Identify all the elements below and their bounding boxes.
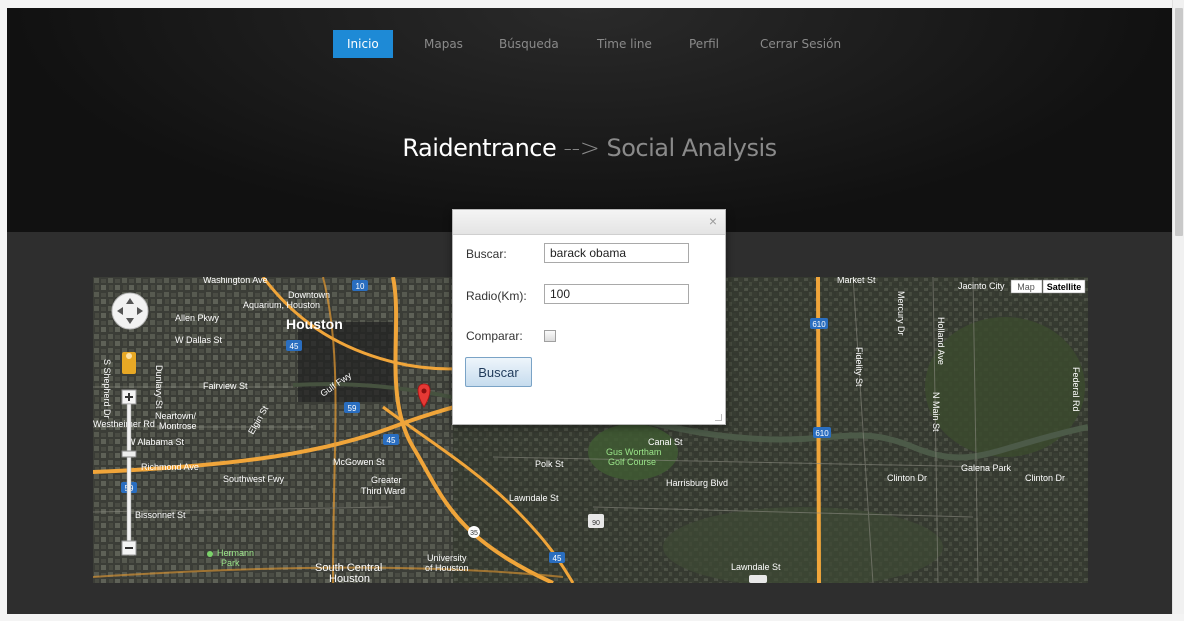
label-mcgowen: McGowen St	[333, 457, 385, 467]
buscar-label: Buscar:	[466, 247, 507, 261]
label-southwest-fwy: Southwest Fwy	[223, 474, 285, 484]
pegman-head	[126, 353, 132, 359]
title-separator: -->	[563, 134, 600, 162]
label-holland-ave: Holland Ave	[936, 317, 946, 365]
label-south-central-2: Houston	[329, 573, 370, 583]
map-type-map-label: Map	[1017, 282, 1035, 292]
search-dialog: × Buscar: Radio(Km): Comparar: Buscar	[452, 209, 726, 425]
scrollbar-thumb[interactable]	[1175, 8, 1183, 236]
radio-input[interactable]	[544, 284, 689, 304]
label-bissonnet: Bissonnet St	[135, 510, 186, 520]
label-gus-wortham: Gus Wortham	[606, 447, 661, 457]
comparar-label: Comparar:	[466, 329, 523, 343]
label-allen-pkwy: Allen Pkwy	[175, 313, 220, 323]
shield-225-icon	[749, 575, 767, 583]
label-montrose: Montrose	[159, 421, 197, 431]
label-downtown: Downtown	[288, 290, 330, 300]
label-clinton-dr: Clinton Dr	[887, 473, 927, 483]
title-subtitle: Social Analysis	[606, 134, 777, 162]
label-richmond: Richmond Ave	[141, 462, 199, 472]
label-fairview: Fairview St	[203, 381, 248, 391]
buscar-button[interactable]: Buscar	[465, 357, 532, 387]
shield-35-label: 35	[470, 530, 478, 537]
label-third-ward: Third Ward	[361, 486, 405, 496]
shield-45-label: 45	[290, 342, 299, 351]
nav-timeline[interactable]: Time line	[583, 30, 666, 58]
label-w-dallas: W Dallas St	[175, 335, 223, 345]
nav-perfil[interactable]: Perfil	[675, 30, 733, 58]
label-fidelity-st: Fidelity St	[854, 347, 864, 387]
close-icon[interactable]: ×	[709, 213, 717, 229]
nav-busqueda[interactable]: Búsqueda	[485, 30, 573, 58]
nav-inicio[interactable]: Inicio	[333, 30, 393, 58]
label-neartown: Neartown/	[155, 411, 197, 421]
main-nav: Inicio Mapas Búsqueda Time line Perfil C…	[7, 30, 1172, 58]
buscar-input[interactable]	[544, 243, 689, 263]
label-harrisburg: Harrisburg Blvd	[666, 478, 728, 488]
label-washington: Washington Ave	[203, 277, 268, 285]
label-golf-course: Golf Course	[608, 457, 656, 467]
dialog-titlebar[interactable]: ×	[453, 210, 725, 235]
map-type-satellite-label: Satellite	[1047, 282, 1082, 292]
label-market-st: Market St	[837, 277, 876, 285]
page-title: Raidentrance --> Social Analysis	[7, 134, 1172, 162]
map-marker-dot	[421, 388, 427, 394]
label-lawndale-2: Lawndale St	[731, 562, 781, 572]
label-mercury-dr: Mercury Dr	[896, 291, 906, 336]
park-dot-icon	[207, 551, 213, 557]
label-houston: Houston	[286, 316, 343, 332]
label-federal-rd: Federal Rd	[1071, 367, 1081, 412]
label-galena-park: Galena Park	[961, 463, 1012, 473]
label-of-houston: of Houston	[425, 563, 469, 573]
label-jacinto-city: Jacinto City	[958, 281, 1005, 291]
window-frame-top	[0, 0, 1184, 8]
shield-59-label: 59	[348, 404, 357, 413]
label-clinton-dr-2: Clinton Dr	[1025, 473, 1065, 483]
shield-10-label: 10	[356, 282, 365, 291]
zoom-slider-track[interactable]	[126, 403, 132, 542]
label-canal-st: Canal St	[648, 437, 683, 447]
label-park: Park	[221, 558, 240, 568]
label-lawndale: Lawndale St	[509, 493, 559, 503]
label-greater: Greater	[371, 475, 402, 485]
shield-90-label: 90	[592, 520, 600, 527]
shield-610b-label: 610	[815, 429, 829, 438]
label-dunlavy: Dunlavy St	[154, 365, 164, 409]
radio-label: Radio(Km):	[466, 289, 527, 303]
label-shepherd: S Shepherd Dr	[102, 359, 112, 419]
label-university: University	[427, 553, 467, 563]
map-downtown-blocks	[298, 322, 393, 402]
label-polk-st: Polk St	[535, 459, 564, 469]
shield-610-label: 610	[812, 320, 826, 329]
label-westheimer: Westheimer Rd	[93, 419, 155, 429]
label-n-main-st: N Main St	[931, 392, 941, 432]
brand-name: Raidentrance	[402, 134, 557, 162]
window-frame-bottom	[0, 614, 1184, 621]
resize-handle-icon[interactable]	[715, 414, 722, 421]
comparar-checkbox[interactable]	[544, 330, 556, 342]
page-header: Inicio Mapas Búsqueda Time line Perfil C…	[7, 8, 1172, 232]
shield-45b-label: 45	[553, 554, 562, 563]
label-aquarium: Aquarium, Houston	[243, 300, 320, 310]
label-hermann: Hermann	[217, 548, 254, 558]
shield-45c-label: 45	[387, 436, 396, 445]
nav-cerrar-sesion[interactable]: Cerrar Sesión	[746, 30, 855, 58]
page-scrollbar[interactable]	[1172, 0, 1184, 621]
window-frame-left	[0, 0, 7, 621]
zoom-slider-handle[interactable]	[121, 450, 137, 458]
label-w-alabama: W Alabama St	[127, 437, 185, 447]
nav-mapas[interactable]: Mapas	[410, 30, 477, 58]
